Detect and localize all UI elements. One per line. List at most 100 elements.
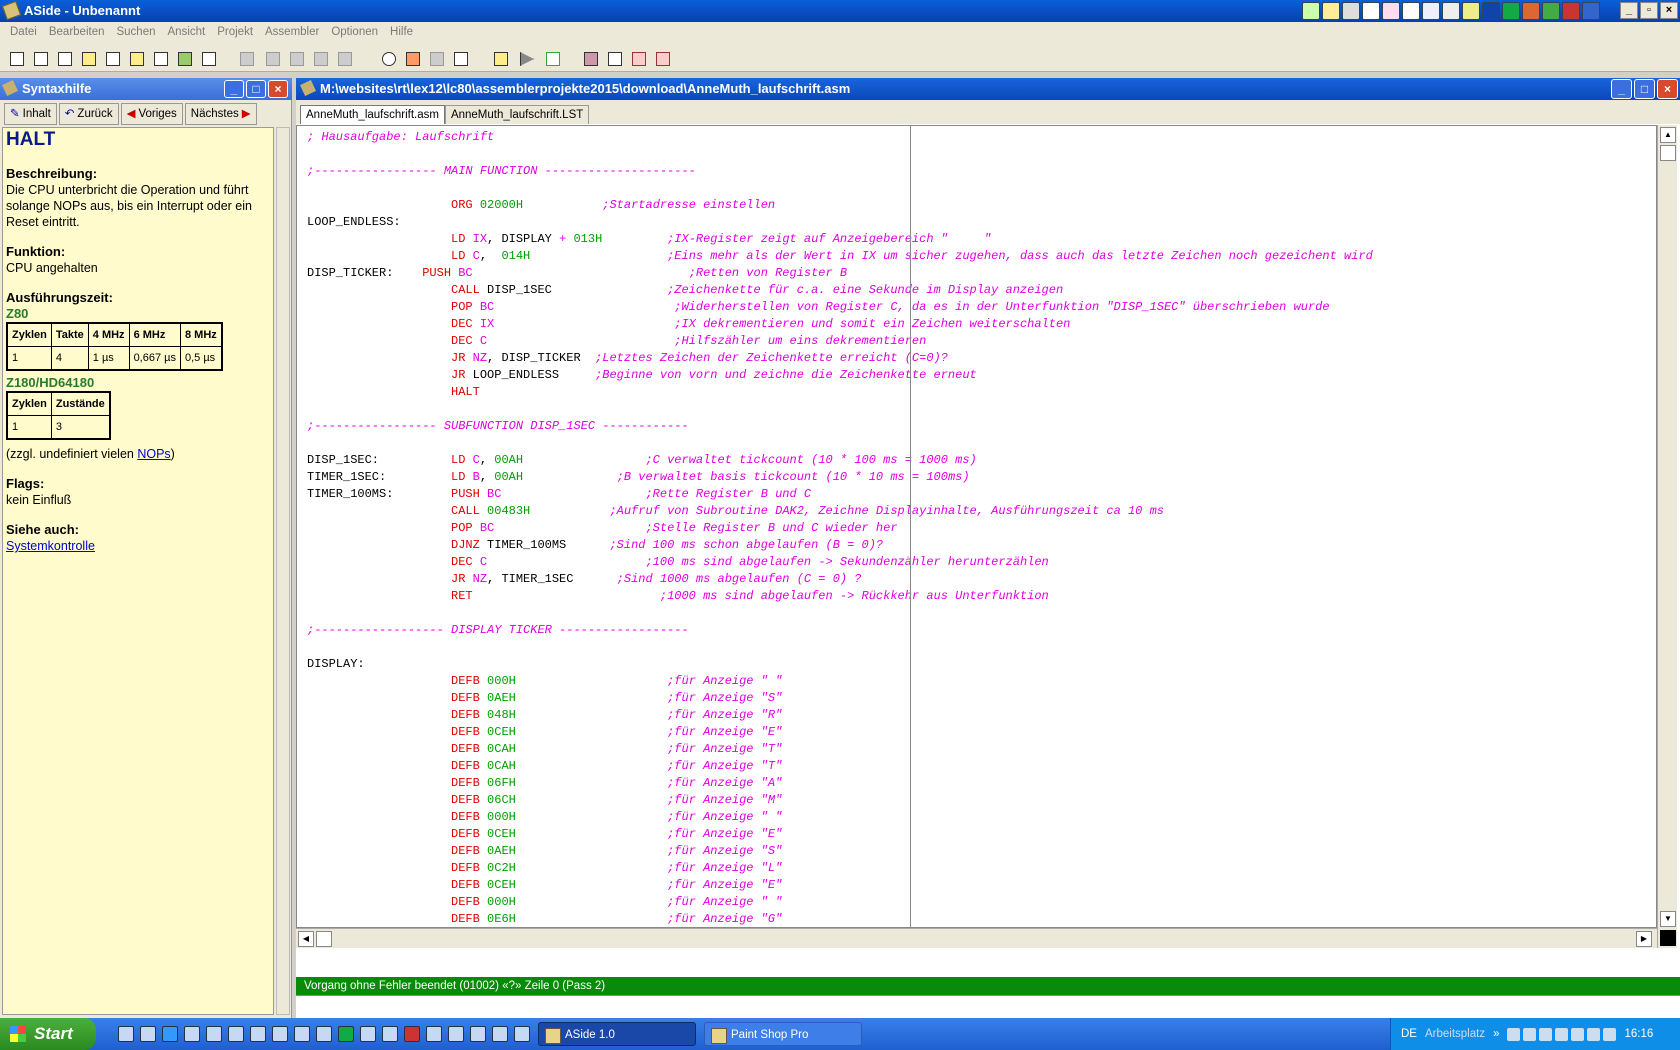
quicklaunch-icon[interactable]: [206, 1026, 222, 1042]
book-icon[interactable]: [584, 52, 598, 66]
new-file-icon[interactable]: [10, 52, 24, 66]
quicklaunch-icon[interactable]: [184, 1026, 200, 1042]
help-scrollbar[interactable]: [276, 127, 290, 1015]
tab-lst[interactable]: AnneMuth_laufschrift.LST: [444, 105, 590, 124]
tray-icon[interactable]: [1571, 1027, 1585, 1041]
quicklaunch-icon[interactable]: [360, 1026, 376, 1042]
help-minimize-button[interactable]: _: [224, 80, 244, 98]
shortcut-icon[interactable]: [1342, 2, 1360, 20]
shortcut-icon[interactable]: [1382, 2, 1400, 20]
quicklaunch-icon[interactable]: [272, 1026, 288, 1042]
tray-icon[interactable]: [1507, 1027, 1521, 1041]
access-icon[interactable]: [1562, 2, 1580, 20]
shortcut-icon[interactable]: [1442, 2, 1460, 20]
word-icon[interactable]: [1482, 2, 1500, 20]
menu-datei[interactable]: Datei: [4, 26, 43, 38]
quicklaunch-icon[interactable]: [382, 1026, 398, 1042]
scroll-right-arrow-icon[interactable]: ▶: [1636, 931, 1652, 947]
start-button[interactable]: Start: [0, 1018, 96, 1050]
shortcut-icon[interactable]: [1302, 2, 1320, 20]
export-icon[interactable]: [178, 52, 192, 66]
help-close-button[interactable]: ×: [268, 80, 288, 98]
quicklaunch-icon[interactable]: [470, 1026, 486, 1042]
editor-maximize-button[interactable]: □: [1634, 79, 1655, 99]
editor-minimize-button[interactable]: _: [1611, 79, 1632, 99]
quicklaunch-icon[interactable]: [448, 1026, 464, 1042]
help-icon[interactable]: [632, 52, 646, 66]
restore-button[interactable]: ▫: [1640, 2, 1658, 19]
toolbar-chevron-icon[interactable]: »: [1493, 1028, 1499, 1040]
project-icon[interactable]: [494, 52, 508, 66]
powerpoint-icon[interactable]: [1522, 2, 1540, 20]
tray-icon[interactable]: [1555, 1027, 1569, 1041]
quicklaunch-icon[interactable]: [294, 1026, 310, 1042]
scroll-thumb[interactable]: [1660, 145, 1676, 161]
find-icon[interactable]: [382, 52, 396, 66]
output-pane[interactable]: [296, 995, 1680, 1018]
help-context-icon[interactable]: [656, 52, 670, 66]
help-book-icon[interactable]: [608, 52, 622, 66]
open-folder-icon[interactable]: [82, 52, 96, 66]
mail-icon[interactable]: [1362, 2, 1380, 20]
tab-asm[interactable]: AnneMuth_laufschrift.asm: [300, 105, 445, 124]
close-file-icon[interactable]: [154, 52, 168, 66]
menu-bearbeiten[interactable]: Bearbeiten: [43, 26, 111, 38]
tray-icon[interactable]: [1523, 1027, 1537, 1041]
open-icon[interactable]: [58, 52, 72, 66]
help-maximize-button[interactable]: □: [246, 80, 266, 98]
menu-projekt[interactable]: Projekt: [211, 26, 259, 38]
back-button[interactable]: ↶ Zurück: [58, 103, 119, 125]
print-icon[interactable]: [202, 52, 216, 66]
shortcut-icon[interactable]: [1322, 2, 1340, 20]
scroll-down-arrow-icon[interactable]: ▼: [1660, 911, 1676, 927]
quicklaunch-icon[interactable]: [316, 1026, 332, 1042]
tray-icon[interactable]: [1587, 1027, 1601, 1041]
next-button[interactable]: Nächstes ▶: [184, 103, 257, 125]
menu-ansicht[interactable]: Ansicht: [162, 26, 212, 38]
excel-icon[interactable]: [1502, 2, 1520, 20]
quicklaunch-icon[interactable]: [140, 1026, 156, 1042]
systemkontrolle-link[interactable]: Systemkontrolle: [6, 539, 95, 553]
replace-icon[interactable]: [406, 52, 420, 66]
shortcut-icon[interactable]: [1582, 2, 1600, 20]
minimize-button[interactable]: _: [1620, 2, 1638, 19]
editor-horizontal-scrollbar[interactable]: ◀ ▶: [296, 928, 1657, 948]
new-doc-icon[interactable]: [34, 52, 48, 66]
task-paint-shop-pro[interactable]: Paint Shop Pro: [704, 1022, 862, 1046]
menu-hilfe[interactable]: Hilfe: [384, 26, 419, 38]
save-icon[interactable]: [106, 52, 120, 66]
tray-icon[interactable]: [1539, 1027, 1553, 1041]
quicklaunch-icon[interactable]: [492, 1026, 508, 1042]
task-aside[interactable]: ASide 1.0: [538, 1022, 696, 1046]
hscroll-thumb[interactable]: [316, 931, 332, 947]
scroll-up-arrow-icon[interactable]: ▲: [1660, 127, 1676, 143]
ie-icon[interactable]: [162, 1026, 178, 1042]
close-button[interactable]: ×: [1660, 2, 1678, 19]
previous-button[interactable]: ◀ Voriges: [120, 103, 183, 125]
run-icon[interactable]: [520, 52, 534, 66]
menu-optionen[interactable]: Optionen: [325, 26, 384, 38]
notes-icon[interactable]: [1462, 2, 1480, 20]
quicklaunch-icon[interactable]: [250, 1026, 266, 1042]
contacts-icon[interactable]: [1422, 2, 1440, 20]
quicklaunch-icon[interactable]: [426, 1026, 442, 1042]
check-icon[interactable]: [546, 52, 560, 66]
tray-icon[interactable]: [1603, 1027, 1617, 1041]
excel-icon[interactable]: [338, 1026, 354, 1042]
save-all-icon[interactable]: [130, 52, 144, 66]
code-editor[interactable]: ; Hausaufgabe: Laufschrift ;-------------…: [296, 125, 1657, 928]
editor-close-button[interactable]: ×: [1657, 79, 1678, 99]
scroll-left-arrow-icon[interactable]: ◀: [298, 931, 314, 947]
nops-link[interactable]: NOPs: [137, 447, 170, 461]
goto-icon[interactable]: [454, 52, 468, 66]
task-icon[interactable]: [1402, 2, 1420, 20]
quicklaunch-icon[interactable]: [404, 1026, 420, 1042]
language-indicator[interactable]: DE: [1401, 1028, 1417, 1040]
quicklaunch-icon[interactable]: [514, 1026, 530, 1042]
menu-suchen[interactable]: Suchen: [110, 26, 161, 38]
desktop-toolbar-label[interactable]: Arbeitsplatz: [1425, 1028, 1485, 1040]
quicklaunch-icon[interactable]: [228, 1026, 244, 1042]
contents-button[interactable]: ✎ Inhalt: [4, 103, 57, 125]
quicklaunch-icon[interactable]: [118, 1026, 134, 1042]
editor-vertical-scrollbar[interactable]: ▲ ▼: [1657, 125, 1677, 948]
